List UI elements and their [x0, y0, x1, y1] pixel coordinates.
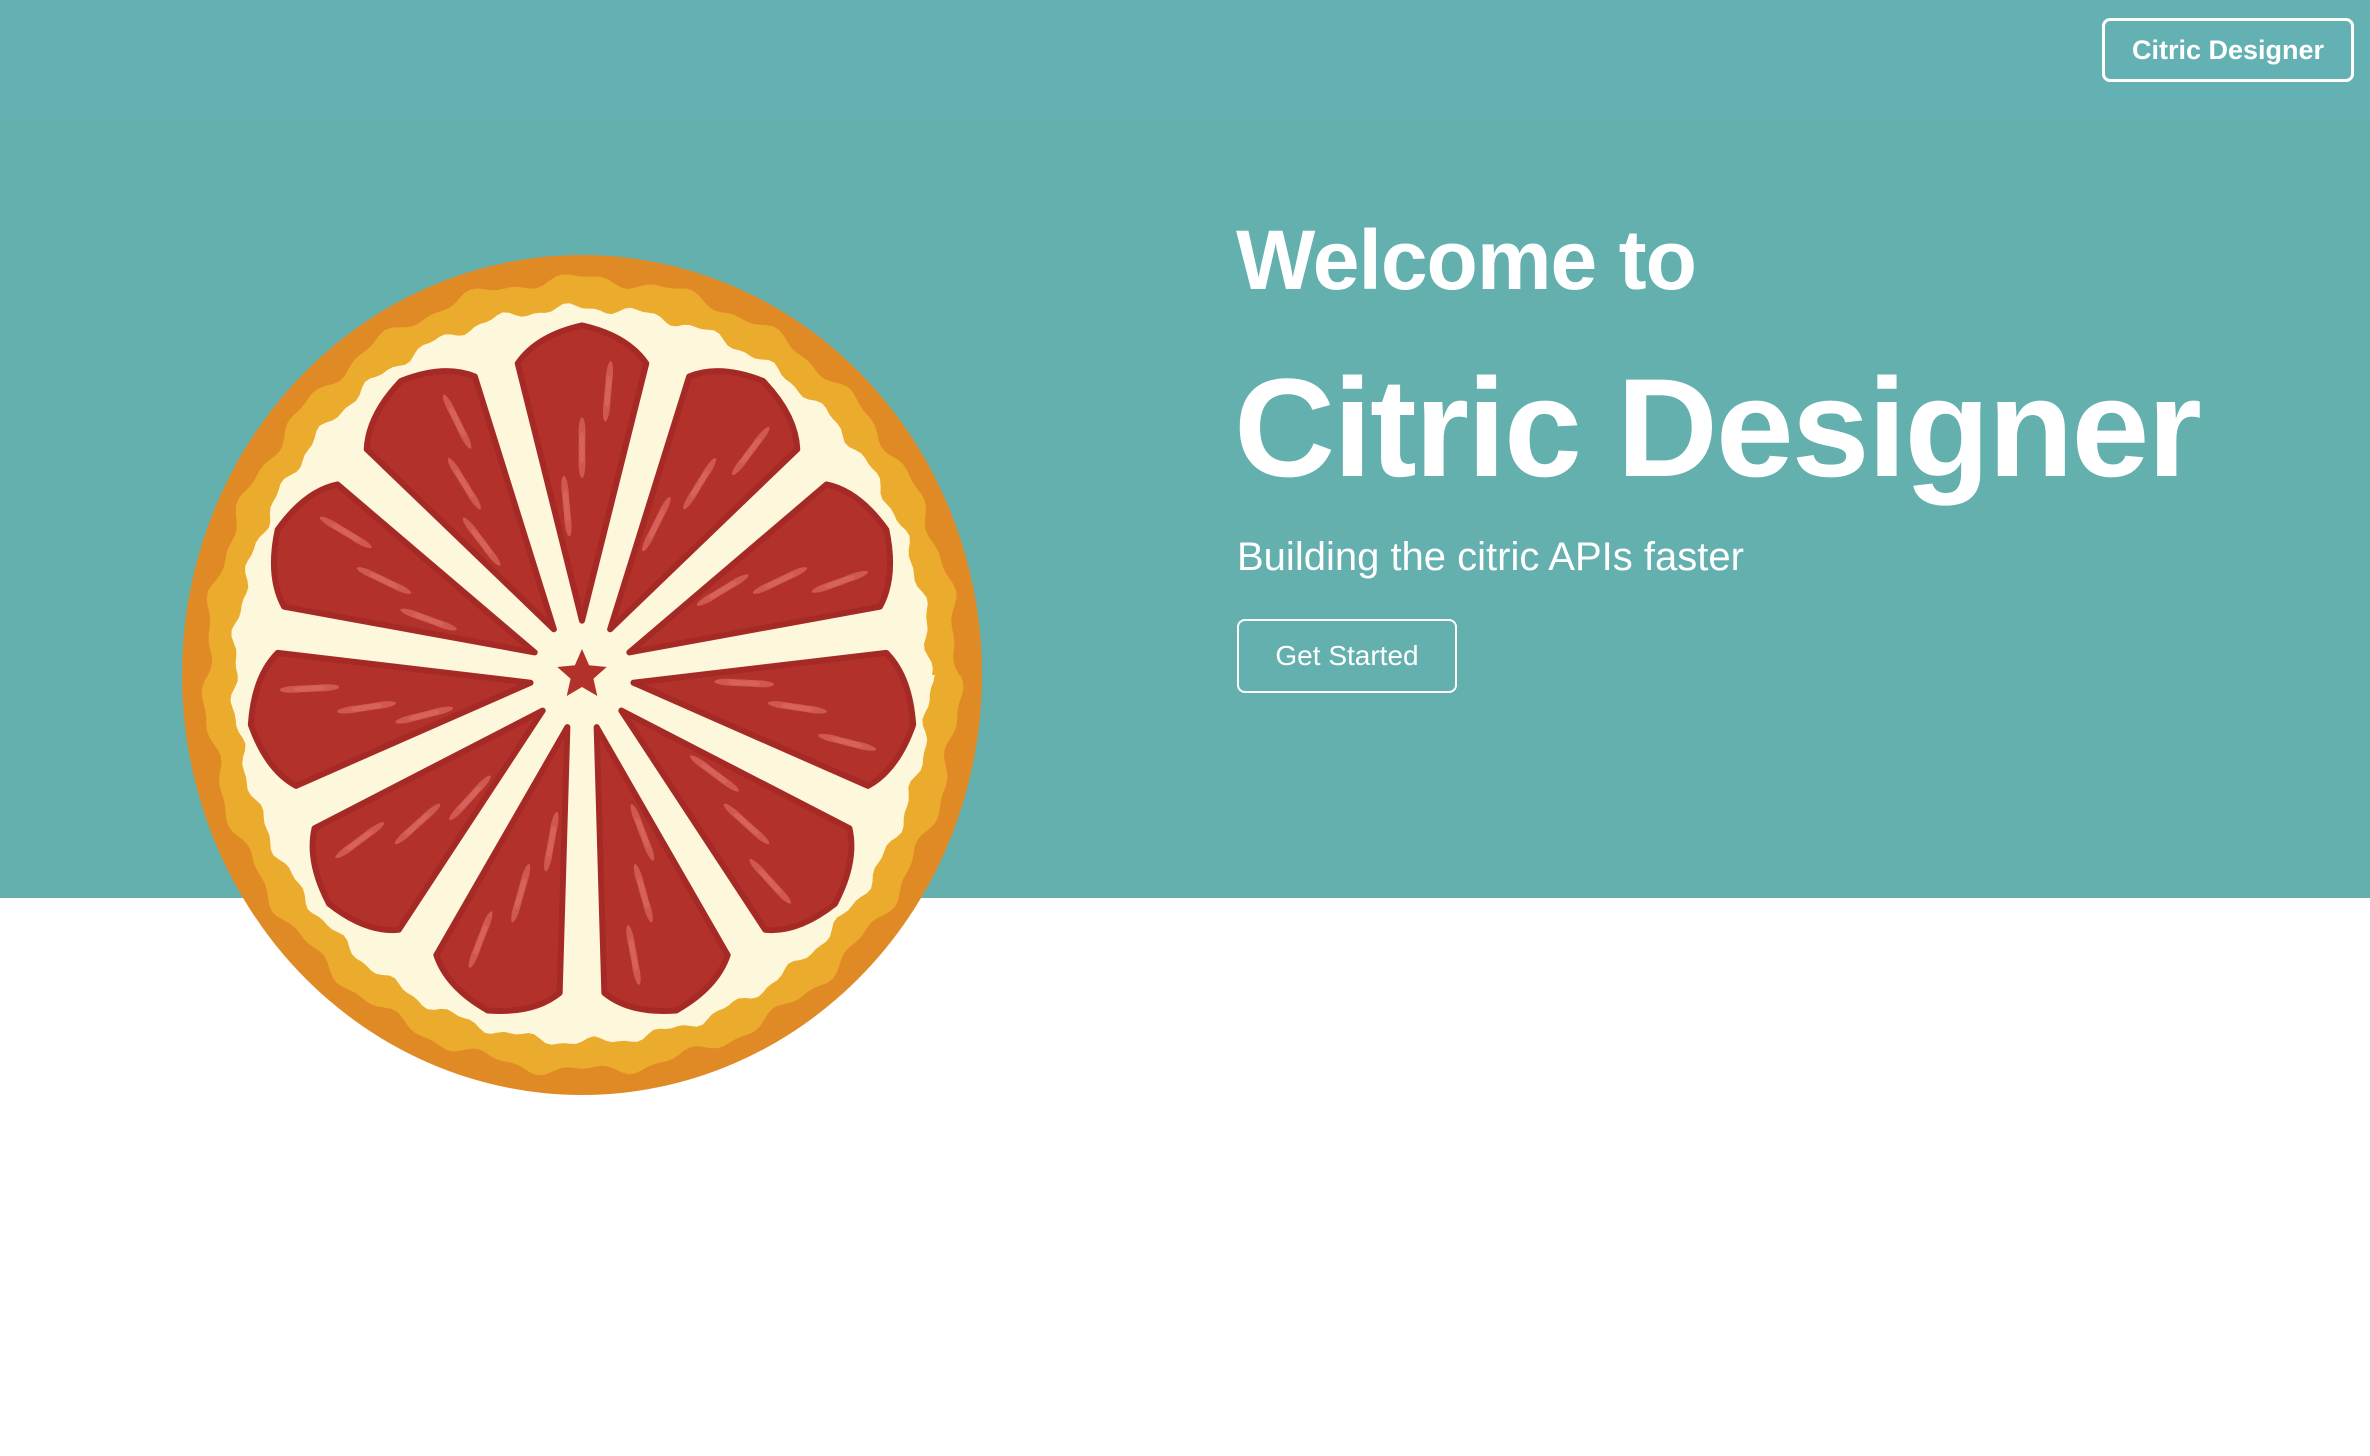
get-started-button[interactable]: Get Started: [1237, 619, 1457, 693]
top-nav-bar: Citric Designer: [0, 0, 2370, 118]
brand-button[interactable]: Citric Designer: [2102, 18, 2354, 82]
grapefruit-slice-icon: [182, 255, 982, 1095]
page-title: Citric Designer: [1234, 349, 2202, 506]
landing-page: Citric Designer Welcome to Citric Design…: [0, 0, 2370, 1456]
hero-subtitle: Building the citric APIs faster: [1237, 535, 1744, 579]
welcome-heading: Welcome to: [1236, 213, 1697, 307]
